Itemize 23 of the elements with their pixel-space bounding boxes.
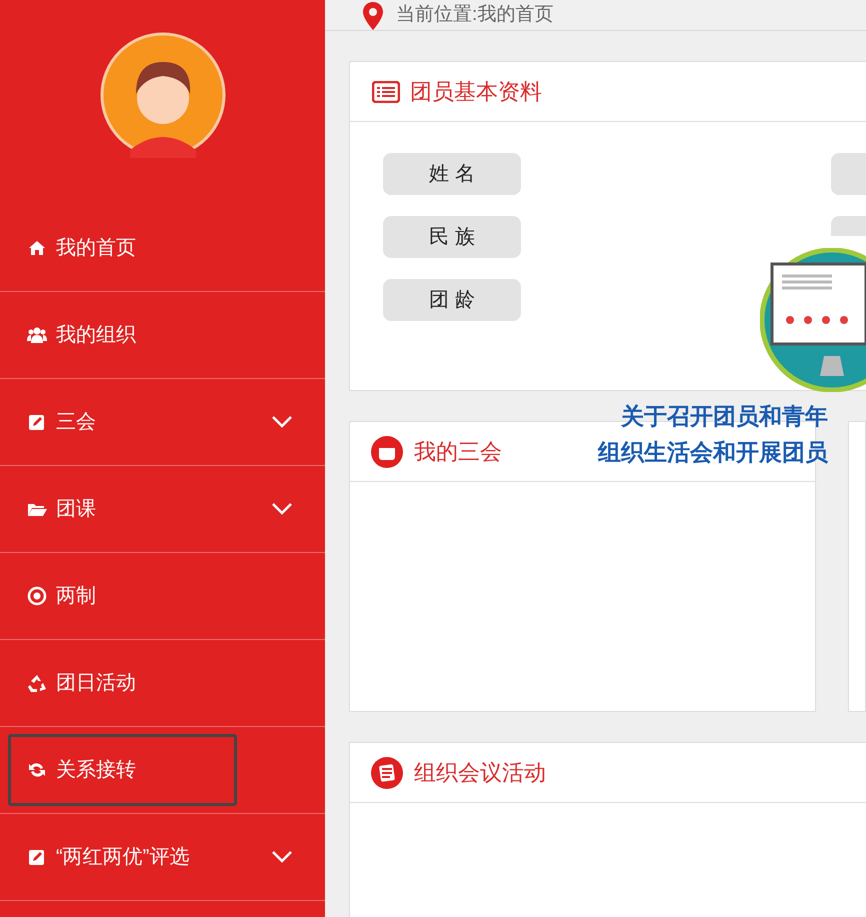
list-icon: [372, 80, 400, 102]
nav-item[interactable]: 关系接转: [8, 734, 237, 806]
nav-item[interactable]: 我的首页: [8, 212, 317, 284]
breadcrumb: 当前位置:我的首页: [396, 3, 554, 27]
recycle-icon: [26, 673, 48, 693]
nav-item[interactable]: 团日活动: [8, 647, 317, 719]
target-icon: [26, 586, 48, 606]
caption-text: 组织生活会和开展团员: [598, 438, 828, 467]
field-label: 团 龄: [383, 279, 521, 321]
field-label: 姓 名: [383, 153, 521, 195]
nav-item[interactable]: 三会: [8, 386, 317, 458]
nav-item[interactable]: 团课: [8, 473, 317, 545]
card-title: 我的三会: [414, 438, 502, 466]
calendar-icon: [370, 434, 404, 468]
caption-text: 关于召开团员和青年: [621, 402, 828, 431]
document-icon: [370, 756, 404, 790]
card-title: 组织会议活动: [414, 759, 546, 787]
nav-item[interactable]: 我的组织: [8, 299, 317, 371]
field-label: 民 族: [383, 216, 521, 258]
nav-item[interactable]: “两红两优”评选: [8, 821, 317, 893]
nav-item[interactable]: 两制: [8, 560, 317, 632]
card-title: 团员基本资料: [410, 78, 542, 106]
users-icon: [26, 325, 48, 345]
